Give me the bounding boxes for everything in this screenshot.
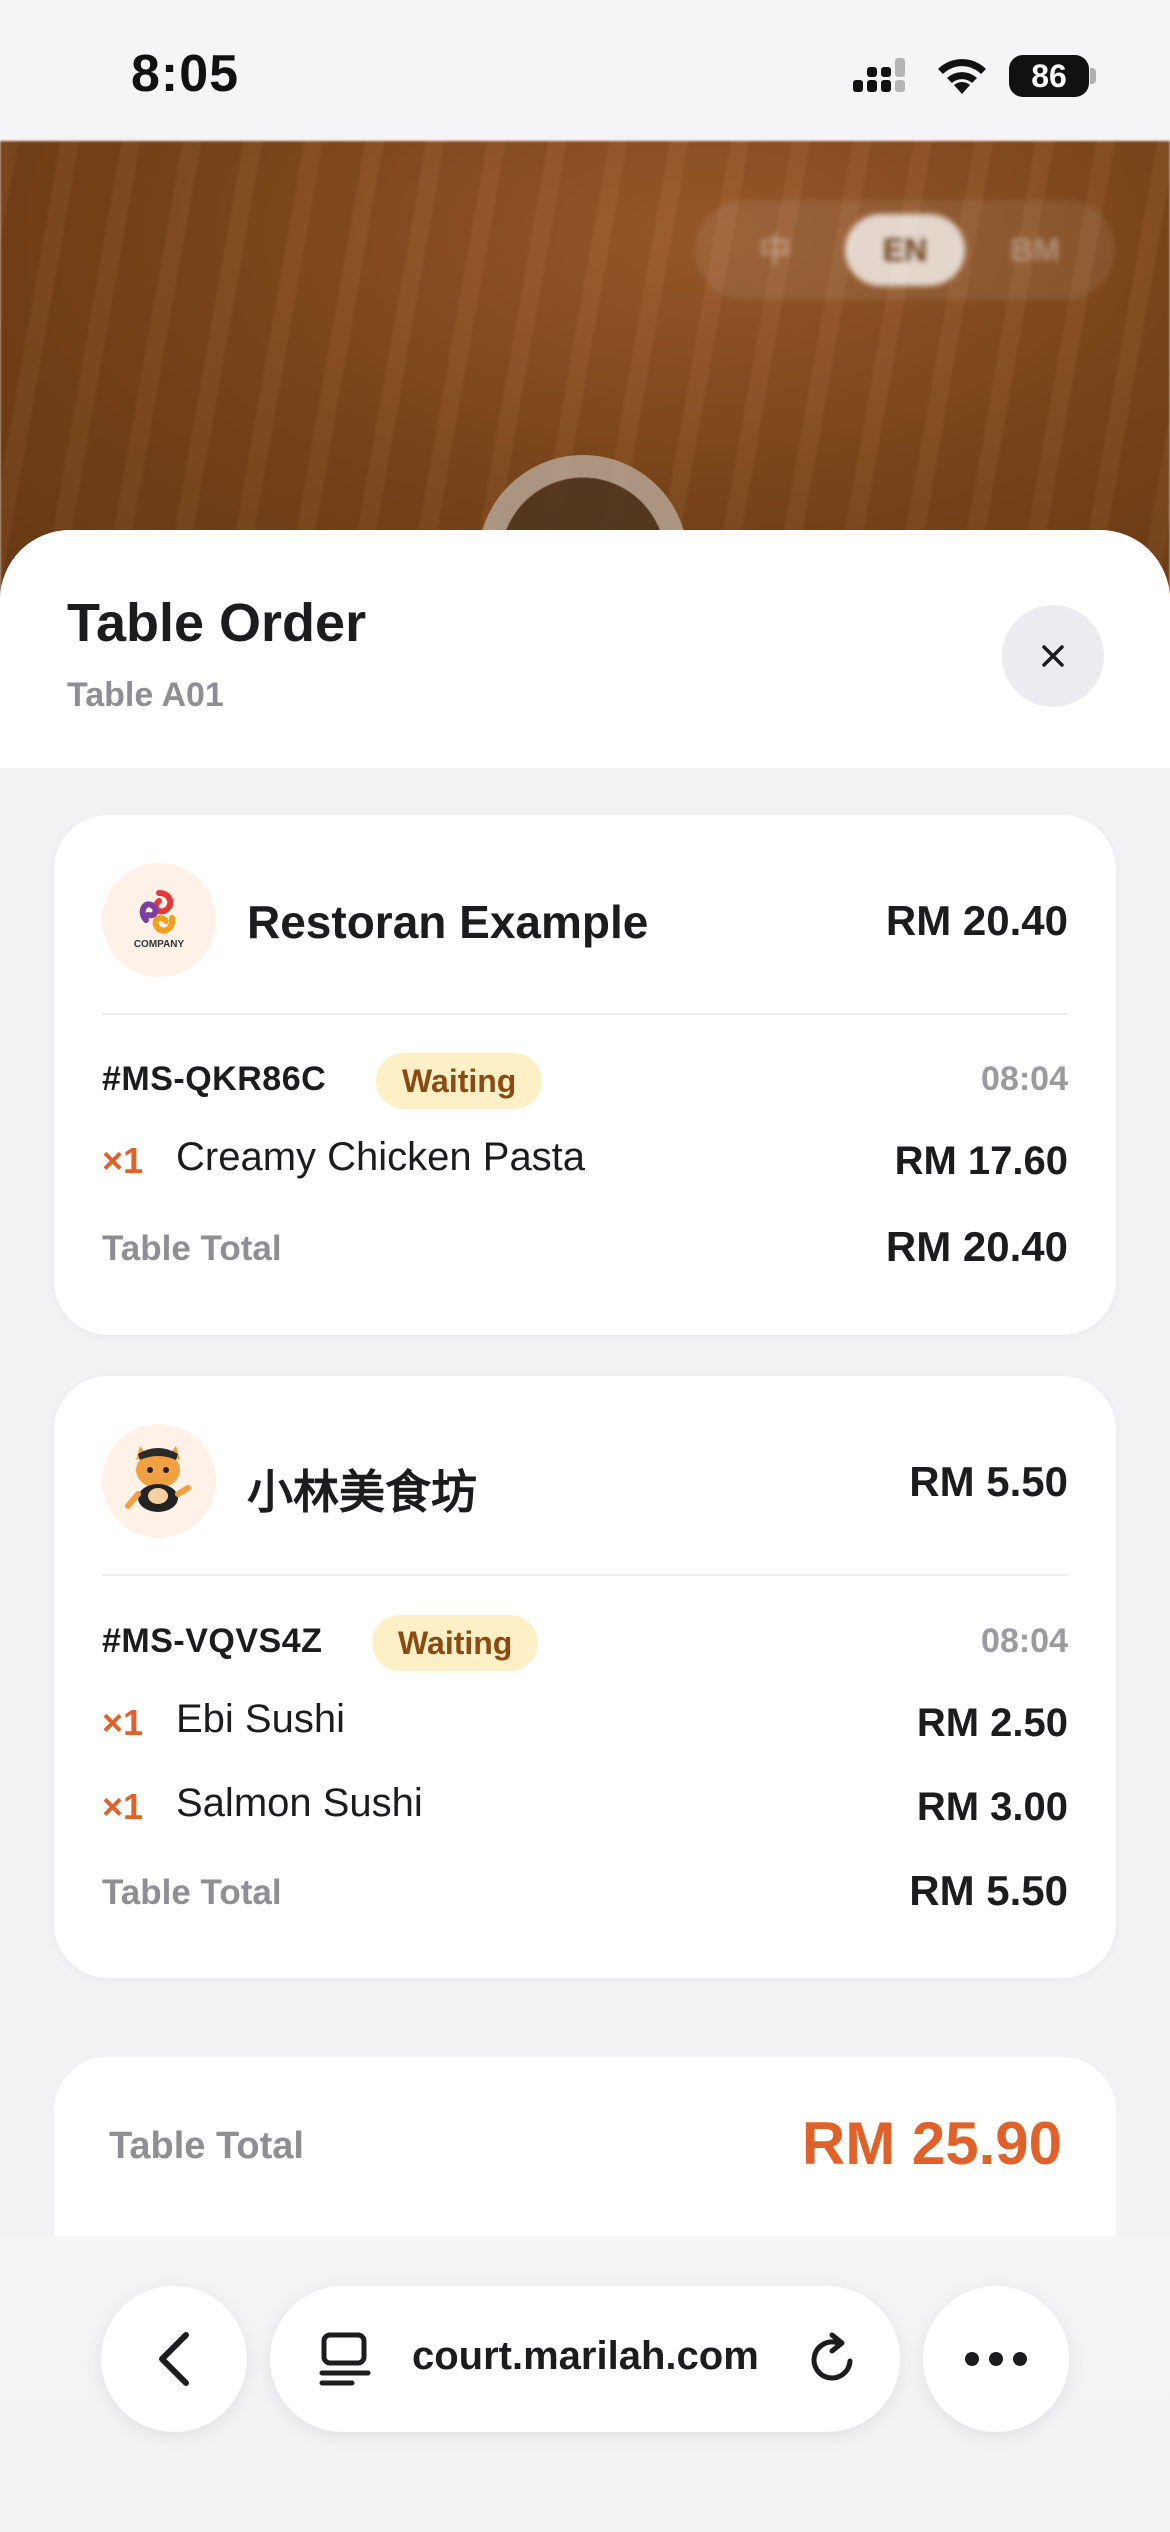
company-logo-icon: COMPANY: [102, 863, 216, 977]
divider: [102, 1013, 1068, 1015]
wifi-icon: [938, 59, 986, 94]
reload-icon[interactable]: [808, 2331, 860, 2387]
status-bar: 8:05 86: [0, 0, 1170, 141]
item-name: Ebi Sushi: [176, 1697, 345, 1741]
battery-cap: [1090, 68, 1096, 84]
logo-wordmark: COMPANY: [134, 939, 185, 950]
grand-total-label: Table Total: [109, 2125, 304, 2167]
table-total-value: RM 5.50: [909, 1867, 1068, 1914]
lang-option-zh[interactable]: 中: [715, 214, 835, 286]
order-time: 08:04: [981, 1060, 1068, 1098]
store-logo: [102, 1424, 216, 1538]
ellipsis-icon: [965, 2352, 1027, 2366]
divider: [102, 1574, 1068, 1576]
table-number: Table A01: [67, 676, 224, 714]
close-button[interactable]: [1002, 605, 1104, 707]
language-switch[interactable]: 中 EN BM: [695, 200, 1115, 300]
battery-level: 86: [1031, 58, 1067, 94]
item-price: RM 3.00: [916, 1785, 1068, 1829]
order-time: 08:04: [981, 1622, 1068, 1660]
store-total: RM 20.40: [885, 897, 1068, 944]
item-quantity: ×1: [102, 1140, 144, 1181]
store-header: 小林美食坊 RM 5.50: [102, 1424, 1068, 1538]
cellular-signal-icon: [853, 58, 905, 92]
url-text[interactable]: court.marilah.com: [412, 2334, 759, 2379]
status-badge: Waiting: [376, 1053, 543, 1109]
store-order-card: 小林美食坊 RM 5.50 #MS-VQVS4Z Waiting 08:04 ×…: [54, 1376, 1116, 1978]
chevron-left-icon: [159, 2332, 189, 2386]
page: 8:05 86 中 EN BM Table Order Table A01 CO…: [0, 0, 1170, 2532]
table-total-value: RM 20.40: [885, 1223, 1068, 1270]
close-icon: [1042, 645, 1064, 667]
grand-total-card: Table Total RM 25.90: [54, 2057, 1116, 2237]
address-bar[interactable]: court.marilah.com: [270, 2286, 900, 2432]
lang-option-en[interactable]: EN: [845, 214, 965, 286]
store-logo: COMPANY: [102, 863, 216, 977]
lang-option-bm[interactable]: BM: [975, 214, 1095, 286]
item-quantity: ×1: [102, 1702, 144, 1743]
sheet-header: Table Order Table A01: [0, 530, 1170, 768]
store-total: RM 5.50: [909, 1458, 1068, 1505]
status-badge: Waiting: [372, 1615, 539, 1671]
more-button[interactable]: [923, 2286, 1069, 2432]
store-name: Restoran Example: [247, 896, 649, 948]
item-price: RM 17.60: [894, 1139, 1068, 1183]
page-menu-icon: [319, 2332, 371, 2386]
cat-mascot-icon: [102, 1424, 216, 1538]
battery-icon: 86: [1009, 55, 1089, 97]
store-name: 小林美食坊: [247, 1466, 477, 1518]
order-id: #MS-QKR86C: [102, 1060, 327, 1098]
order-id: #MS-VQVS4Z: [102, 1622, 323, 1660]
table-total-label: Table Total: [102, 1873, 282, 1912]
back-button[interactable]: [101, 2286, 247, 2432]
grand-total-value: RM 25.90: [801, 2110, 1062, 2177]
item-quantity: ×1: [102, 1786, 144, 1827]
item-name: Creamy Chicken Pasta: [176, 1135, 586, 1179]
status-time: 8:05: [131, 45, 240, 103]
table-total-label: Table Total: [102, 1229, 282, 1268]
sheet-title: Table Order: [67, 593, 367, 653]
item-price: RM 2.50: [916, 1701, 1068, 1745]
item-name: Salmon Sushi: [176, 1781, 423, 1825]
store-order-card: COMPANY Restoran Example RM 20.40 #MS-QK…: [54, 815, 1116, 1335]
browser-toolbar: court.marilah.com: [0, 2236, 1170, 2532]
store-header: COMPANY Restoran Example RM 20.40: [102, 863, 1068, 977]
